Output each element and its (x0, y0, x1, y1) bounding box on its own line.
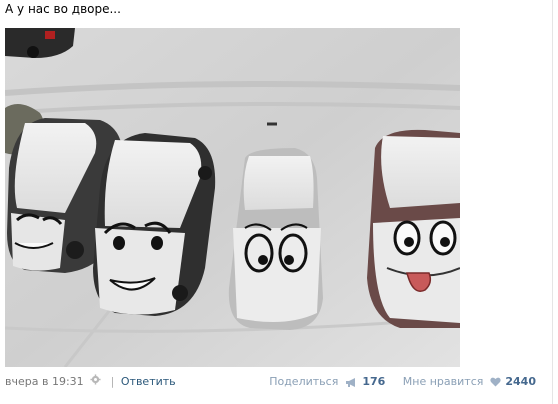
share-count: 176 (362, 375, 386, 388)
column-divider (552, 0, 553, 404)
meta-separator: | (110, 375, 115, 388)
gear-icon[interactable] (90, 370, 101, 394)
share-button[interactable]: Поделиться 176 (269, 375, 389, 388)
post-photo[interactable] (5, 28, 460, 367)
heart-icon (490, 377, 501, 387)
share-label: Поделиться (269, 375, 339, 388)
like-label: Мне нравится (402, 375, 484, 388)
post-text: А у нас во дворе... (5, 2, 121, 16)
like-button[interactable]: Мне нравится 2440 (403, 375, 536, 388)
post-actions: Поделиться 176 Мне нравится 2440 (269, 370, 536, 394)
reply-link[interactable]: Ответить (121, 375, 176, 388)
post-footer: вчера в 19:31 | Ответить Поделиться 176 … (0, 370, 552, 394)
post-timestamp[interactable]: вчера в 19:31 (5, 375, 84, 388)
megaphone-icon (345, 377, 355, 387)
like-count: 2440 (505, 375, 536, 388)
wall-post: А у нас во дворе... вчера в 19:31 | Отве… (0, 0, 558, 404)
post-meta: вчера в 19:31 | Ответить (5, 370, 176, 394)
